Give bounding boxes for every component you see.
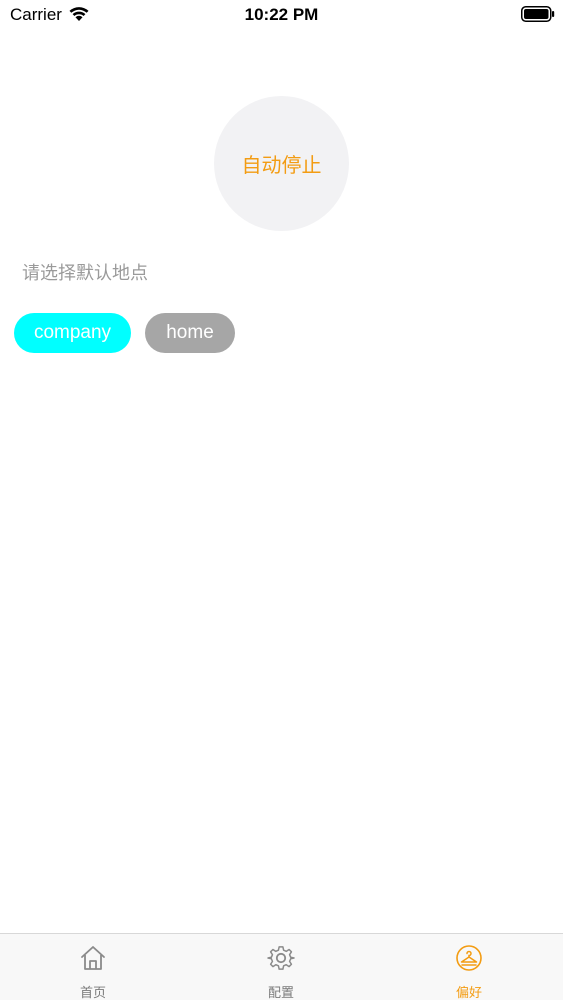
location-prompt: 请选择默认地点 xyxy=(22,263,148,283)
gear-icon xyxy=(267,946,295,970)
tab-label: 偏好 xyxy=(455,985,482,1000)
tab-bar: 首页 配置 偏好 xyxy=(0,933,563,1000)
tab-home[interactable]: 首页 xyxy=(33,934,153,1001)
status-bar: Carrier 10:22 PM xyxy=(0,0,563,30)
tab-config[interactable]: 配置 xyxy=(221,934,341,1001)
location-chip-company[interactable]: company xyxy=(14,313,131,353)
battery-icon xyxy=(521,6,555,22)
tab-label: 首页 xyxy=(79,985,106,1000)
auto-stop-label: 自动停止 xyxy=(241,155,322,177)
location-chip-label: company xyxy=(33,322,112,343)
tab-preferences[interactable]: 偏好 xyxy=(409,934,529,1001)
location-chip-label: home xyxy=(166,322,214,343)
tab-label: 配置 xyxy=(267,985,294,1000)
house-icon xyxy=(81,946,105,970)
clock: 10:22 PM xyxy=(244,5,319,24)
hanger-icon xyxy=(456,945,482,971)
location-chip-home[interactable]: home xyxy=(145,313,235,353)
auto-stop-button[interactable]: 自动停止 xyxy=(214,96,349,231)
